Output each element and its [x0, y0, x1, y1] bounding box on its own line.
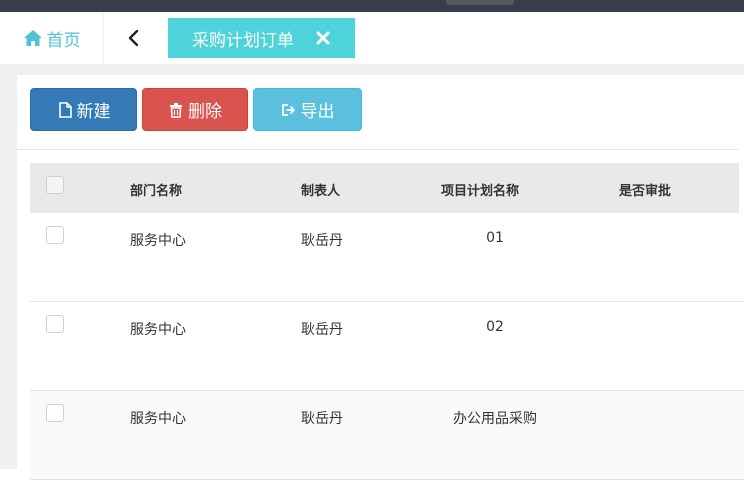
close-icon[interactable]	[315, 30, 331, 46]
cell-project: 01	[486, 230, 504, 246]
file-icon	[58, 101, 72, 118]
export-button-label: 导出	[300, 102, 335, 122]
header-approved[interactable]: 是否审批	[619, 180, 671, 199]
new-button-label: 新建	[76, 102, 111, 122]
new-button[interactable]: 新建	[30, 88, 137, 131]
cell-dept: 服务中心	[130, 233, 186, 249]
tab-home[interactable]: 首页	[0, 12, 104, 64]
select-all-checkbox[interactable]	[46, 176, 64, 194]
tab-home-label: 首页	[46, 30, 81, 51]
table-scroll-edge	[739, 120, 744, 270]
row-checkbox[interactable]	[46, 404, 64, 422]
top-header-bar	[0, 0, 744, 12]
cell-maker: 耿岳丹	[301, 233, 343, 249]
back-button[interactable]	[116, 24, 152, 52]
tab-bar: 首页 采购计划订单	[0, 12, 744, 65]
row-checkbox[interactable]	[46, 226, 64, 244]
tab-purchase-plan-order[interactable]: 采购计划订单	[168, 18, 355, 58]
header-indicator	[446, 0, 514, 5]
cell-maker: 耿岳丹	[301, 322, 343, 338]
table-header: 部门名称 制表人 项目计划名称 是否审批	[30, 163, 744, 213]
trash-icon	[170, 102, 182, 118]
delete-button-label: 删除	[188, 102, 222, 122]
header-dept[interactable]: 部门名称	[130, 180, 182, 199]
export-icon	[281, 103, 295, 116]
purchase-plan-table: 部门名称 制表人 项目计划名称 是否审批 服务中心 耿岳丹 01 服务中心 耿岳…	[30, 163, 744, 480]
table-row[interactable]: 服务中心 耿岳丹 01	[30, 213, 744, 302]
row-checkbox[interactable]	[46, 315, 64, 333]
cell-project: 办公用品采购	[453, 411, 537, 427]
cell-dept: 服务中心	[130, 322, 186, 338]
header-maker[interactable]: 制表人	[301, 180, 340, 199]
tab-purchase-plan-order-label: 采购计划订单	[192, 30, 294, 51]
delete-button[interactable]: 删除	[142, 88, 248, 131]
cell-maker: 耿岳丹	[301, 411, 343, 427]
toolbar: 新建 删除 导出	[17, 75, 744, 150]
table-row[interactable]: 服务中心 耿岳丹 办公用品采购	[30, 391, 744, 480]
cell-project: 02	[486, 319, 504, 335]
main-panel: 新建 删除 导出 部门名称 制表人 项目计划名称 是否审批 服务中心 耿岳丹 0…	[17, 75, 744, 480]
export-button[interactable]: 导出	[253, 88, 362, 131]
table-row[interactable]: 服务中心 耿岳丹 02	[30, 302, 744, 391]
cell-dept: 服务中心	[130, 411, 186, 427]
header-project[interactable]: 项目计划名称	[441, 180, 519, 199]
chevron-left-icon	[128, 29, 139, 47]
home-icon	[23, 30, 42, 46]
